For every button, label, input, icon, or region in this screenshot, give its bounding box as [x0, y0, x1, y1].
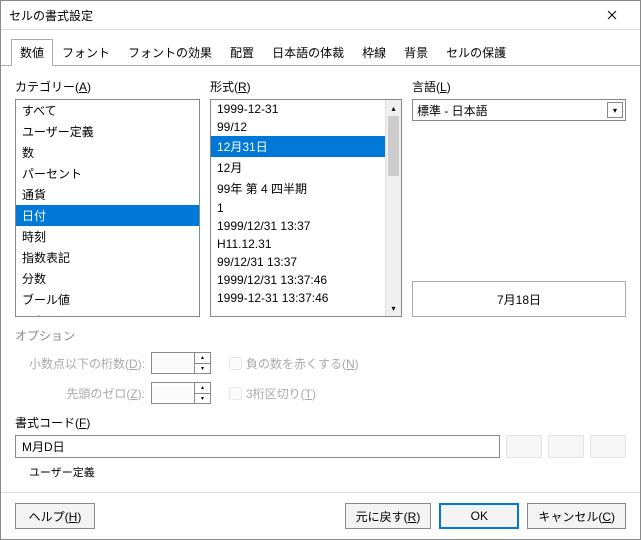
tab-4[interactable]: 日本語の体裁 [263, 39, 353, 66]
titlebar: セルの書式設定 [1, 1, 640, 30]
decimals-spinner[interactable]: ▴▾ [151, 352, 211, 374]
format-item[interactable]: H11.12.31 [211, 235, 401, 253]
scroll-thumb[interactable] [388, 116, 399, 176]
zeros-spinner[interactable]: ▴▾ [151, 382, 211, 404]
negative-red-input[interactable] [229, 357, 242, 370]
content-area: カテゴリー(A) すべてユーザー定義数パーセント通貨日付時刻指数表記分数ブール値… [1, 66, 640, 492]
help-button[interactable]: ヘルプ(H) [15, 503, 95, 529]
check-icon-button[interactable] [506, 435, 542, 458]
note-icon-button[interactable] [548, 435, 584, 458]
tab-3[interactable]: 配置 [221, 39, 263, 66]
button-bar: ヘルプ(H) 元に戻す(R) OK キャンセル(C) [1, 492, 640, 539]
spin-down-icon[interactable]: ▾ [194, 394, 210, 404]
format-item[interactable]: 99/12/31 13:37 [211, 253, 401, 271]
zeros-input[interactable] [152, 386, 192, 400]
tab-7[interactable]: セルの保護 [437, 39, 515, 66]
format-code-label: 書式コード(F) [15, 414, 626, 431]
language-column: 言語(L) 標準 - 日本語 ▾ 7月18日 [412, 78, 626, 317]
category-item[interactable]: パーセント [16, 163, 199, 184]
format-scrollbar[interactable]: ▴ ▾ [385, 100, 401, 316]
language-value: 標準 - 日本語 [417, 102, 488, 119]
thousands-label: 3桁区切り(T) [246, 385, 316, 402]
category-item[interactable]: すべて [16, 100, 199, 121]
options-title: オプション [15, 327, 626, 344]
tab-0[interactable]: 数値 [11, 39, 53, 66]
format-listbox[interactable]: 1999-12-3199/1212月31日12月99年 第 4 四半期11999… [210, 99, 402, 317]
language-select[interactable]: 標準 - 日本語 ▾ [412, 99, 626, 121]
format-item[interactable]: 12月 [211, 157, 401, 178]
tab-5[interactable]: 枠線 [353, 39, 395, 66]
cancel-button[interactable]: キャンセル(C) [527, 503, 626, 529]
format-item[interactable]: 99/12 [211, 118, 401, 136]
category-item[interactable]: 指数表記 [16, 247, 199, 268]
format-column: 形式(R) 1999-12-3199/1212月31日12月99年 第 4 四半… [210, 78, 402, 317]
options-section: オプション 小数点以下の桁数(D): ▴▾ 負の数を赤くする(N) 先頭のゼロ(… [15, 327, 626, 404]
category-item[interactable]: 時刻 [16, 226, 199, 247]
spin-down-icon[interactable]: ▾ [194, 364, 210, 374]
category-item[interactable]: ブール値 [16, 289, 199, 310]
user-defined-label: ユーザー定義 [15, 464, 626, 480]
decimals-input[interactable] [152, 356, 192, 370]
reset-button[interactable]: 元に戻す(R) [345, 503, 432, 529]
window-title: セルの書式設定 [9, 7, 592, 24]
category-item[interactable]: 分数 [16, 268, 199, 289]
format-item[interactable]: 12月31日 [211, 136, 401, 157]
negative-red-label: 負の数を赤くする(N) [246, 355, 359, 372]
ok-button[interactable]: OK [439, 503, 519, 529]
category-column: カテゴリー(A) すべてユーザー定義数パーセント通貨日付時刻指数表記分数ブール値… [15, 78, 200, 317]
category-item[interactable]: ユーザー定義 [16, 121, 199, 142]
decimals-label: 小数点以下の桁数(D): [15, 355, 145, 372]
decimals-row: 小数点以下の桁数(D): ▴▾ 負の数を赤くする(N) [15, 352, 626, 374]
category-label: カテゴリー(A) [15, 78, 200, 95]
format-label: 形式(R) [210, 78, 402, 95]
tab-bar: 数値フォントフォントの効果配置日本語の体裁枠線背景セルの保護 [1, 30, 640, 66]
close-button[interactable] [592, 1, 632, 29]
format-item[interactable]: 1999-12-31 13:37:46 [211, 289, 401, 307]
zeros-label: 先頭のゼロ(Z): [15, 385, 145, 402]
delete-icon-button[interactable] [590, 435, 626, 458]
preview-box: 7月18日 [412, 281, 626, 317]
thousands-input[interactable] [229, 387, 242, 400]
category-item[interactable]: 日付 [16, 205, 199, 226]
format-code-input[interactable] [15, 435, 500, 458]
category-item[interactable]: 通貨 [16, 184, 199, 205]
category-item[interactable]: 数 [16, 142, 199, 163]
format-code-row [15, 435, 626, 458]
format-item[interactable]: 99年 第 4 四半期 [211, 178, 401, 199]
format-item[interactable]: 1 [211, 199, 401, 217]
format-code-section: 書式コード(F) ユーザー定義 [15, 414, 626, 480]
negative-red-checkbox[interactable]: 負の数を赤くする(N) [229, 355, 359, 372]
tab-2[interactable]: フォントの効果 [119, 39, 221, 66]
top-row: カテゴリー(A) すべてユーザー定義数パーセント通貨日付時刻指数表記分数ブール値… [15, 78, 626, 317]
spin-up-icon[interactable]: ▴ [194, 383, 210, 394]
format-item[interactable]: 1999/12/31 13:37 [211, 217, 401, 235]
thousands-checkbox[interactable]: 3桁区切り(T) [229, 385, 316, 402]
category-item[interactable]: テキスト [16, 310, 199, 317]
language-label: 言語(L) [412, 78, 626, 95]
spin-up-icon[interactable]: ▴ [194, 353, 210, 364]
scroll-down-icon[interactable]: ▾ [386, 300, 401, 316]
category-listbox[interactable]: すべてユーザー定義数パーセント通貨日付時刻指数表記分数ブール値テキスト [15, 99, 200, 317]
preview-text: 7月18日 [497, 291, 541, 308]
dialog-window: セルの書式設定 数値フォントフォントの効果配置日本語の体裁枠線背景セルの保護 カ… [0, 0, 641, 540]
tab-1[interactable]: フォント [53, 39, 119, 66]
tab-6[interactable]: 背景 [395, 39, 437, 66]
scroll-up-icon[interactable]: ▴ [386, 100, 401, 116]
format-item[interactable]: 1999-12-31 [211, 100, 401, 118]
zeros-row: 先頭のゼロ(Z): ▴▾ 3桁区切り(T) [15, 382, 626, 404]
chevron-down-icon: ▾ [607, 102, 623, 118]
close-icon [607, 10, 617, 20]
format-item[interactable]: 1999/12/31 13:37:46 [211, 271, 401, 289]
